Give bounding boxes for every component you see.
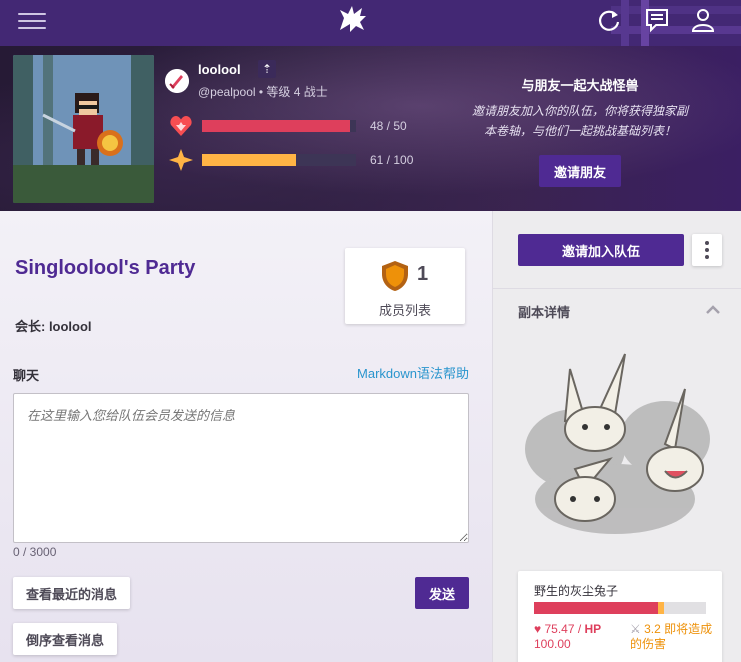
party-title: Singloolool's Party [15, 257, 196, 279]
view-recent-messages-button[interactable]: 查看最近的消息 [13, 577, 131, 609]
more-options-icon[interactable] [692, 234, 722, 266]
level-up-icon[interactable]: ⇡ [258, 60, 276, 78]
heart-icon [170, 116, 192, 136]
quest-details-title: 副本详情 [518, 305, 571, 320]
markdown-help-link[interactable]: Markdown语法帮助 [357, 363, 469, 382]
health-row: 48 / 50 [169, 115, 439, 137]
health-value: 48 / 50 [370, 119, 407, 133]
health-bar-fill [202, 120, 350, 132]
experience-bar [202, 154, 356, 166]
party-main: Singloolool's Party 会长: loolool 1 成员列表 聊… [0, 211, 492, 662]
gryphon-logo-icon[interactable] [336, 4, 370, 34]
chat-label: 聊天 [13, 368, 40, 383]
warrior-class-icon [165, 69, 189, 93]
member-handle-level: @pealpool • 等级 4 战士 [198, 85, 328, 99]
boss-hp-text: ♥ 75.47 / HP 100.00 [534, 622, 601, 652]
messages-icon[interactable] [644, 7, 670, 33]
experience-value: 61 / 100 [370, 153, 414, 167]
dust-bunnies-boss-art [525, 353, 710, 534]
experience-bar-fill [202, 154, 296, 166]
boss-pending-damage: ⚔ 3.2 即将造成的伤害 [630, 622, 718, 652]
sync-icon[interactable] [596, 7, 622, 33]
nav-pixel-decoration [611, 0, 741, 46]
boss-health-bar-fill [534, 602, 664, 614]
top-nav-bar [0, 0, 741, 46]
avatar-art [13, 55, 154, 203]
members-label: 成员列表 [378, 303, 431, 318]
send-button[interactable]: 发送 [415, 577, 469, 609]
pending-damage-text: 3.2 即将造成的伤害 [630, 622, 713, 651]
sword-icon: ⚔ [630, 622, 641, 636]
party-leader: 会长: loolool [15, 319, 92, 334]
invite-friends-button[interactable]: 邀请朋友 [539, 155, 621, 187]
user-icon[interactable] [690, 7, 716, 33]
boss-status-card: 野生的灰尘兔子 ♥ 75.47 / HP 100.00 ⚔ 3.2 即将造成的伤… [518, 571, 722, 662]
boss-pending-damage-fill [658, 602, 664, 614]
chat-input[interactable] [13, 393, 469, 543]
experience-row: 61 / 100 [169, 149, 439, 171]
party-sidebar: 邀请加入队伍 副本详情 野生的灰尘兔子 ♥ 75.47 / HP 100.00 … [492, 211, 741, 662]
shield-icon [382, 261, 408, 291]
invite-description: 邀请朋友加入你的队伍，你将获得独家副本卷轴，与他们一起挑战基础列表！ [471, 104, 688, 138]
boss-hp-label: HP [584, 622, 602, 636]
invite-title: 与朋友一起大战怪兽 [521, 78, 639, 93]
boss-health-bar [534, 602, 706, 614]
invite-to-party-button[interactable]: 邀请加入队伍 [518, 234, 684, 266]
chevron-up-icon[interactable] [705, 302, 721, 318]
members-list-button[interactable]: 1 成员列表 [345, 248, 465, 324]
boss-name: 野生的灰尘兔子 [534, 584, 619, 598]
boss-hp-max: 100.00 [534, 637, 571, 651]
avatar[interactable] [13, 55, 154, 203]
chat-char-count: 0 / 3000 [13, 545, 57, 559]
menu-icon[interactable] [18, 8, 46, 30]
health-bar [202, 120, 356, 132]
member-header: loolool ⇡ @pealpool • 等级 4 战士 48 / 50 61… [0, 46, 741, 211]
heart-icon: ♥ [534, 622, 542, 636]
member-username: loolool [198, 62, 241, 77]
star-icon [169, 149, 193, 171]
member-count: 1 [417, 263, 429, 285]
reverse-messages-button[interactable]: 倒序查看消息 [13, 623, 118, 655]
boss-hp-value: 75.47 / [544, 622, 582, 636]
sidebar-divider [493, 288, 741, 289]
